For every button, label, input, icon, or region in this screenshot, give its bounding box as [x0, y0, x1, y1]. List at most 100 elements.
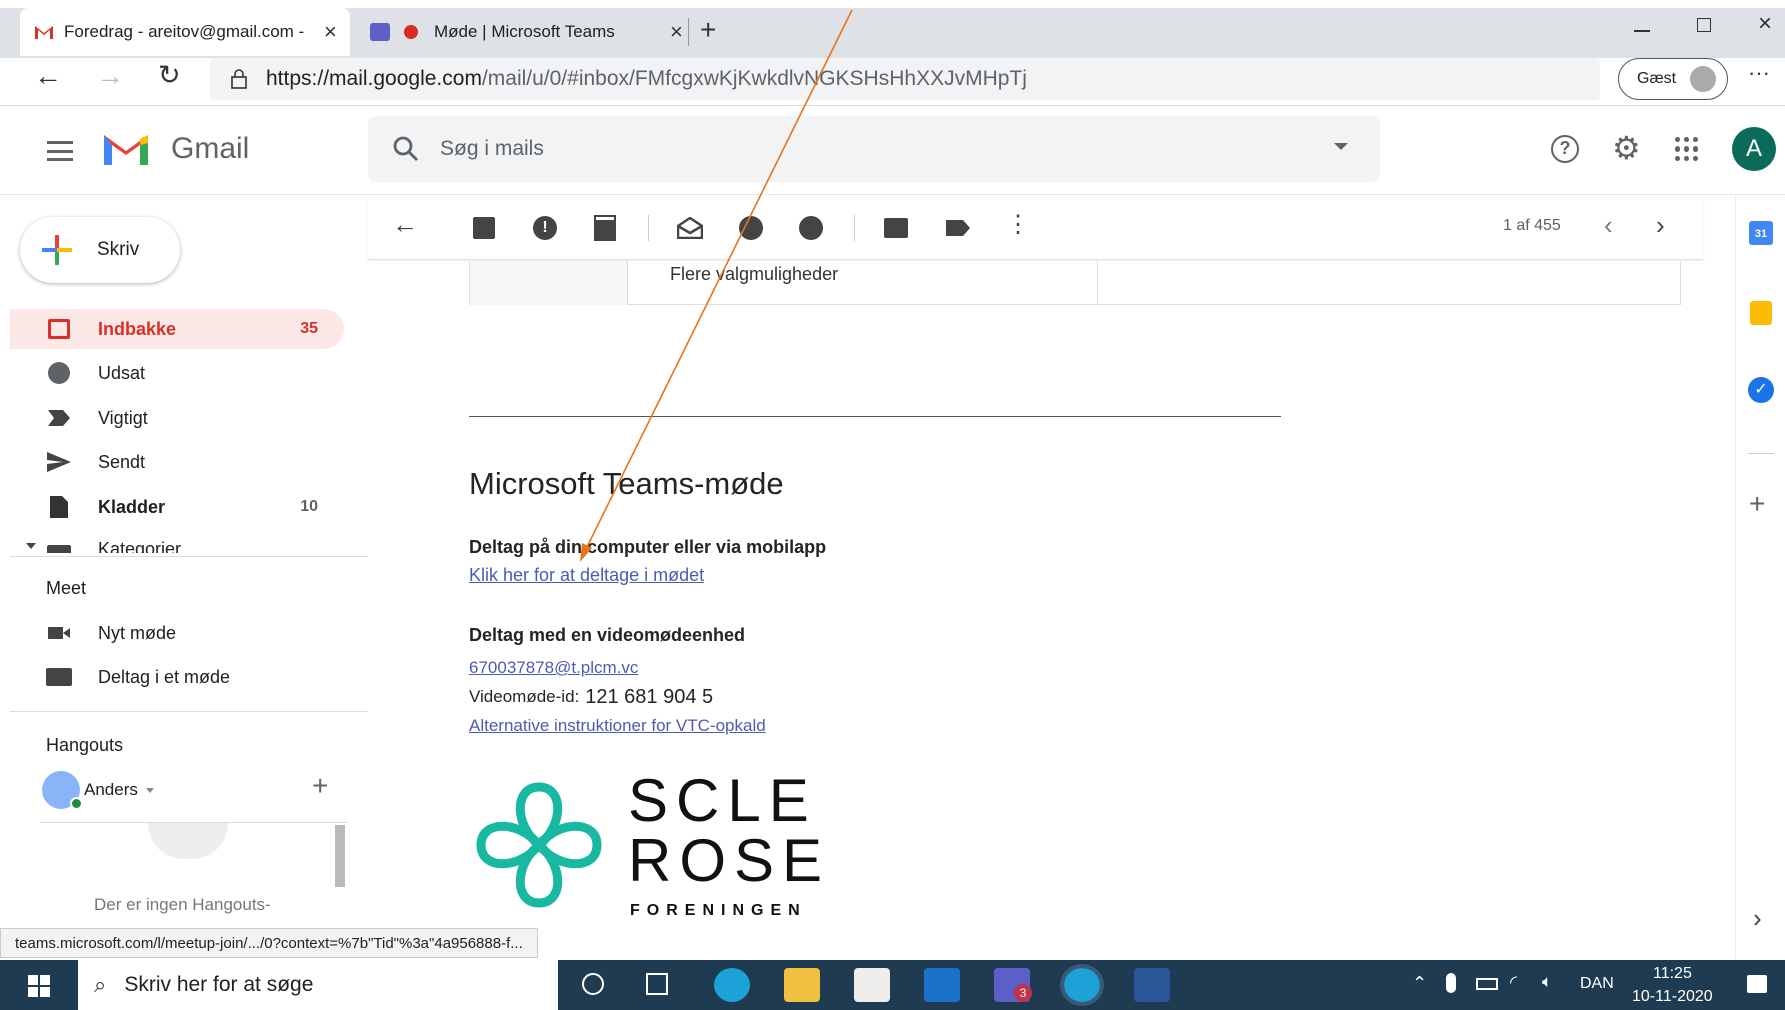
calendar-icon[interactable]: 31: [1749, 221, 1773, 245]
apps-grid-icon[interactable]: [1675, 137, 1699, 161]
search-options-icon[interactable]: [1334, 143, 1348, 150]
compose-button[interactable]: Skriv: [20, 217, 180, 283]
keyboard-icon: [46, 664, 72, 690]
task-view-icon[interactable]: [646, 973, 668, 995]
important-icon: [46, 405, 72, 431]
sidebar-item-snoozed[interactable]: Udsat: [10, 353, 344, 393]
more-options-icon[interactable]: ⋮: [1005, 211, 1031, 238]
search-icon: ⌕: [94, 972, 107, 997]
new-meeting-label: Nyt møde: [98, 622, 177, 643]
main-menu-icon[interactable]: [47, 141, 73, 161]
keep-icon[interactable]: [1750, 301, 1772, 325]
microphone-icon: [1446, 973, 1456, 993]
url-field[interactable]: https://mail.google.com/mail/u/0/#inbox/…: [210, 58, 1600, 100]
label-icon[interactable]: [945, 215, 971, 241]
store-app-icon[interactable]: [854, 968, 890, 1002]
cortana-icon[interactable]: [582, 973, 604, 995]
notifications-icon[interactable]: [1747, 975, 1767, 993]
meeting-title: Microsoft Teams-møde: [469, 466, 784, 501]
restore-icon[interactable]: [1697, 18, 1711, 32]
close-window-icon[interactable]: ×: [1758, 10, 1772, 38]
move-to-icon[interactable]: [883, 215, 909, 241]
toolbar-divider: [854, 215, 855, 241]
expand-panel-icon[interactable]: ›: [1753, 903, 1762, 934]
unread-count: 35: [300, 320, 318, 337]
guest-profile-button[interactable]: Gæst: [1618, 58, 1728, 100]
sidebar-item-label: Kategorier: [98, 539, 182, 553]
sidebar-item-sent[interactable]: Sendt: [10, 442, 344, 482]
hangouts-scrollbar[interactable]: [335, 825, 345, 887]
video-id-value: 121 681 904 5: [585, 685, 714, 708]
sidebar-item-inbox[interactable]: Indbakke 35: [10, 309, 344, 349]
close-tab-icon[interactable]: ×: [670, 19, 683, 45]
table-cell: [470, 261, 628, 305]
hangouts-user[interactable]: Anders: [42, 770, 154, 810]
video-camera-icon: [46, 620, 72, 646]
vtc-instructions-link[interactable]: Alternative instruktioner for VTC-opkald: [469, 716, 766, 736]
message-body: Flere valgmuligheder Microsoft Teams-mød…: [368, 261, 1703, 961]
tab-teams[interactable]: Møde | Microsoft Teams ×: [360, 8, 690, 56]
older-chevron-icon[interactable]: ›: [1656, 210, 1665, 241]
search-icon[interactable]: [392, 135, 420, 163]
language-indicator[interactable]: DAN: [1580, 975, 1614, 993]
newer-chevron-icon[interactable]: ‹: [1604, 210, 1613, 241]
clock-date[interactable]: 10-11-2020: [1632, 988, 1713, 1006]
label-icon: [46, 541, 72, 553]
edge-app-icon[interactable]: [714, 968, 750, 1002]
logo-text-line3: FORENINGEN: [630, 902, 807, 919]
new-tab-button[interactable]: +: [700, 14, 716, 46]
word-app-icon[interactable]: [1134, 968, 1170, 1002]
clock-time[interactable]: 11:25: [1653, 965, 1692, 983]
online-status-icon: [70, 797, 83, 810]
browser-menu-icon[interactable]: ···: [1748, 60, 1770, 86]
search-input[interactable]: Søg i mails: [440, 137, 544, 161]
delete-icon[interactable]: [592, 215, 618, 241]
video-address-link[interactable]: 670037878@t.plcm.vc: [469, 658, 638, 678]
settings-gear-icon[interactable]: ⚙: [1612, 129, 1641, 167]
mark-unread-icon[interactable]: [677, 215, 703, 241]
taskbar-search-box[interactable]: ⌕ Skriv her for at søge: [78, 960, 558, 1010]
windows-start-icon[interactable]: [28, 975, 50, 997]
account-avatar[interactable]: A: [1732, 127, 1776, 171]
add-addon-icon[interactable]: +: [1749, 488, 1765, 520]
tray-chevron-icon[interactable]: ⌃: [1412, 973, 1427, 994]
edge-app-active-icon[interactable]: [1060, 964, 1104, 1006]
teams-app-icon[interactable]: 3: [994, 968, 1032, 1002]
wifi-icon: ◜: [1510, 972, 1517, 992]
forward-arrow-icon[interactable]: →: [96, 60, 124, 92]
file-explorer-icon[interactable]: [784, 968, 820, 1002]
join-meeting-label: Deltag i et møde: [98, 666, 231, 687]
section-divider: [10, 556, 368, 557]
tab-title: Foredrag - areitov@gmail.com -: [64, 22, 305, 41]
sidebar-item-label: Sendt: [98, 451, 146, 472]
mail-search-bar[interactable]: Søg i mails: [368, 116, 1380, 182]
back-to-inbox-icon[interactable]: ←: [392, 209, 418, 239]
logo-text-line2: ROSE: [628, 827, 831, 894]
add-hangout-button[interactable]: +: [312, 770, 328, 802]
minimize-icon[interactable]: [1634, 30, 1650, 32]
outlook-app-icon[interactable]: [924, 968, 960, 1002]
tasks-icon[interactable]: ✓: [1748, 377, 1774, 403]
video-id-label: Videomøde-id:: [469, 687, 580, 706]
archive-icon[interactable]: [471, 215, 497, 241]
report-spam-icon[interactable]: !: [532, 215, 558, 241]
add-task-icon[interactable]: [798, 215, 824, 241]
snooze-icon[interactable]: [738, 215, 764, 241]
taskbar-search-input[interactable]: Skriv her for at søge: [124, 973, 313, 997]
new-meeting-button[interactable]: Nyt møde: [10, 613, 344, 653]
side-panel-rail: 31 ✓ + ›: [1735, 195, 1785, 960]
tab-gmail[interactable]: Foredrag - areitov@gmail.com - ×: [20, 8, 350, 56]
join-meeting-link[interactable]: Klik her for at deltage i mødet: [469, 565, 704, 586]
reload-icon[interactable]: ↻: [158, 60, 181, 91]
join-meeting-button[interactable]: Deltag i et møde: [10, 657, 344, 697]
sidebar-item-categories[interactable]: Kategorier: [10, 531, 344, 553]
help-icon[interactable]: ?: [1551, 135, 1579, 163]
sidebar-item-important[interactable]: Vigtigt: [10, 398, 344, 438]
close-tab-icon[interactable]: ×: [324, 19, 337, 45]
separator-line: [469, 416, 1281, 417]
back-arrow-icon[interactable]: ←: [34, 60, 62, 92]
gmail-logo-icon: [104, 135, 148, 165]
more-options-link[interactable]: Flere valgmuligheder: [670, 264, 838, 285]
send-icon: [46, 449, 72, 475]
sidebar-item-drafts[interactable]: Kladder 10: [10, 487, 344, 527]
